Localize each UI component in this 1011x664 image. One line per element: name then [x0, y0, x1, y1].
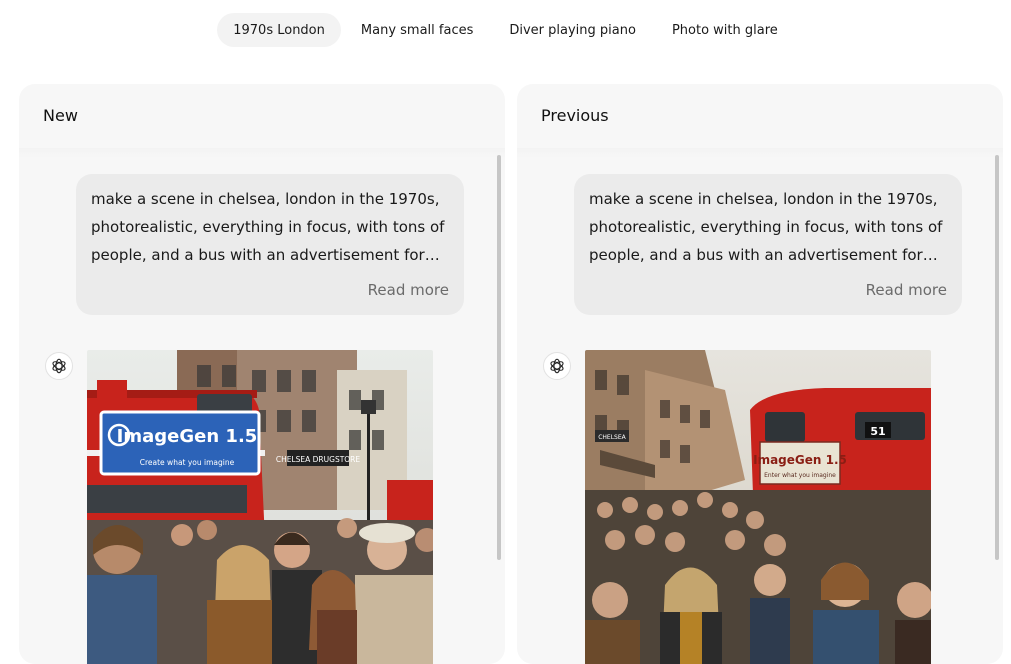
scrollbar[interactable] — [995, 155, 999, 560]
user-prompt-text: make a scene in chelsea, london in the 1… — [589, 190, 943, 264]
example-tabs: 1970s London Many small faces Diver play… — [0, 13, 1011, 47]
panel-title: New — [43, 106, 78, 125]
read-more-link[interactable]: Read more — [866, 281, 947, 299]
panel-title: Previous — [541, 106, 609, 125]
tab-1970s-london[interactable]: 1970s London — [217, 13, 341, 47]
assistant-avatar — [45, 352, 73, 380]
generated-image-art: CHELSEA 51 ImageGen 1.5 Enter what you i… — [585, 350, 931, 664]
tab-photo-with-glare[interactable]: Photo with glare — [656, 13, 794, 47]
openai-logo-icon — [550, 358, 564, 374]
user-prompt-text: make a scene in chelsea, london in the 1… — [91, 190, 445, 264]
bus-number-text: 51 — [870, 425, 885, 438]
ad-title-text: ImageGen 1.5 — [117, 426, 258, 447]
tab-diver-playing-piano[interactable]: Diver playing piano — [493, 13, 652, 47]
user-prompt-bubble: make a scene in chelsea, london in the 1… — [76, 174, 464, 315]
shop-sign-text: CHELSEA DRUGSTORE — [276, 455, 361, 464]
scrollbar[interactable] — [497, 155, 501, 560]
read-more-link[interactable]: Read more — [368, 281, 449, 299]
ad-title-text: ImageGen 1.5 — [753, 453, 847, 467]
previous-panel: Previous make a scene in chelsea, london… — [517, 84, 1003, 664]
openai-logo-icon — [52, 358, 66, 374]
generated-image-art: CHELSEA DRUGSTORE ImageGen 1.5 Create wh… — [87, 350, 433, 664]
new-panel: New make a scene in chelsea, london in t… — [19, 84, 505, 664]
shop-sign-text: CHELSEA — [598, 434, 626, 441]
header-divider — [19, 148, 505, 158]
ad-subtitle-text: Create what you imagine — [140, 458, 235, 467]
generated-image[interactable]: CHELSEA DRUGSTORE ImageGen 1.5 Create wh… — [87, 350, 433, 664]
header-divider — [517, 148, 1003, 158]
generated-image[interactable]: CHELSEA 51 ImageGen 1.5 Enter what you i… — [585, 350, 931, 664]
tab-many-small-faces[interactable]: Many small faces — [345, 13, 489, 47]
ad-subtitle-text: Enter what you imagine — [764, 472, 836, 479]
user-prompt-bubble: make a scene in chelsea, london in the 1… — [574, 174, 962, 315]
assistant-avatar — [543, 352, 571, 380]
